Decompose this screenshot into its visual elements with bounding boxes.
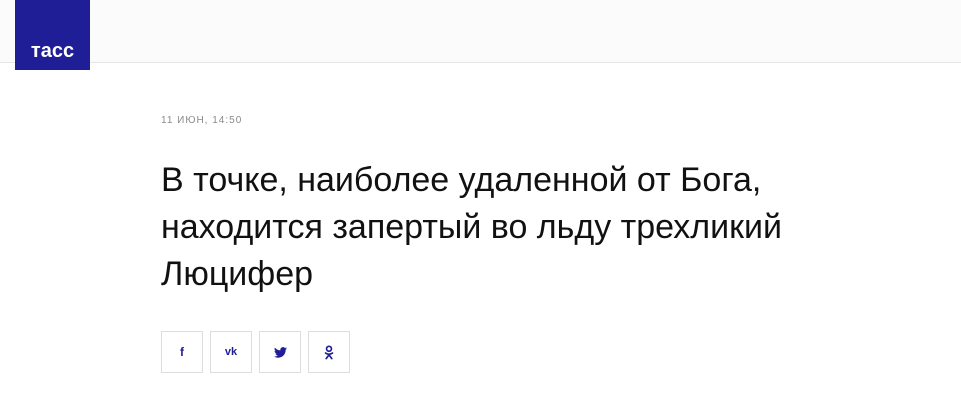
top-bar <box>0 0 961 63</box>
share-facebook-button[interactable]: f <box>161 331 203 373</box>
logo-text: тасс <box>30 40 75 62</box>
twitter-icon <box>273 346 287 358</box>
article-headline: В точке, наиболее удаленной от Бога, нах… <box>161 161 782 293</box>
odnoklassniki-icon <box>324 344 334 359</box>
facebook-icon: f <box>180 345 184 359</box>
share-odnoklassniki-button[interactable] <box>308 331 350 373</box>
share-twitter-button[interactable] <box>259 331 301 373</box>
share-vk-button[interactable]: vk <box>210 331 252 373</box>
article-date: 11 ИЮН, 14:50 <box>161 115 243 126</box>
tass-logo[interactable]: тасс <box>15 0 90 70</box>
share-bar: f vk <box>161 331 357 373</box>
vk-icon: vk <box>224 345 238 358</box>
